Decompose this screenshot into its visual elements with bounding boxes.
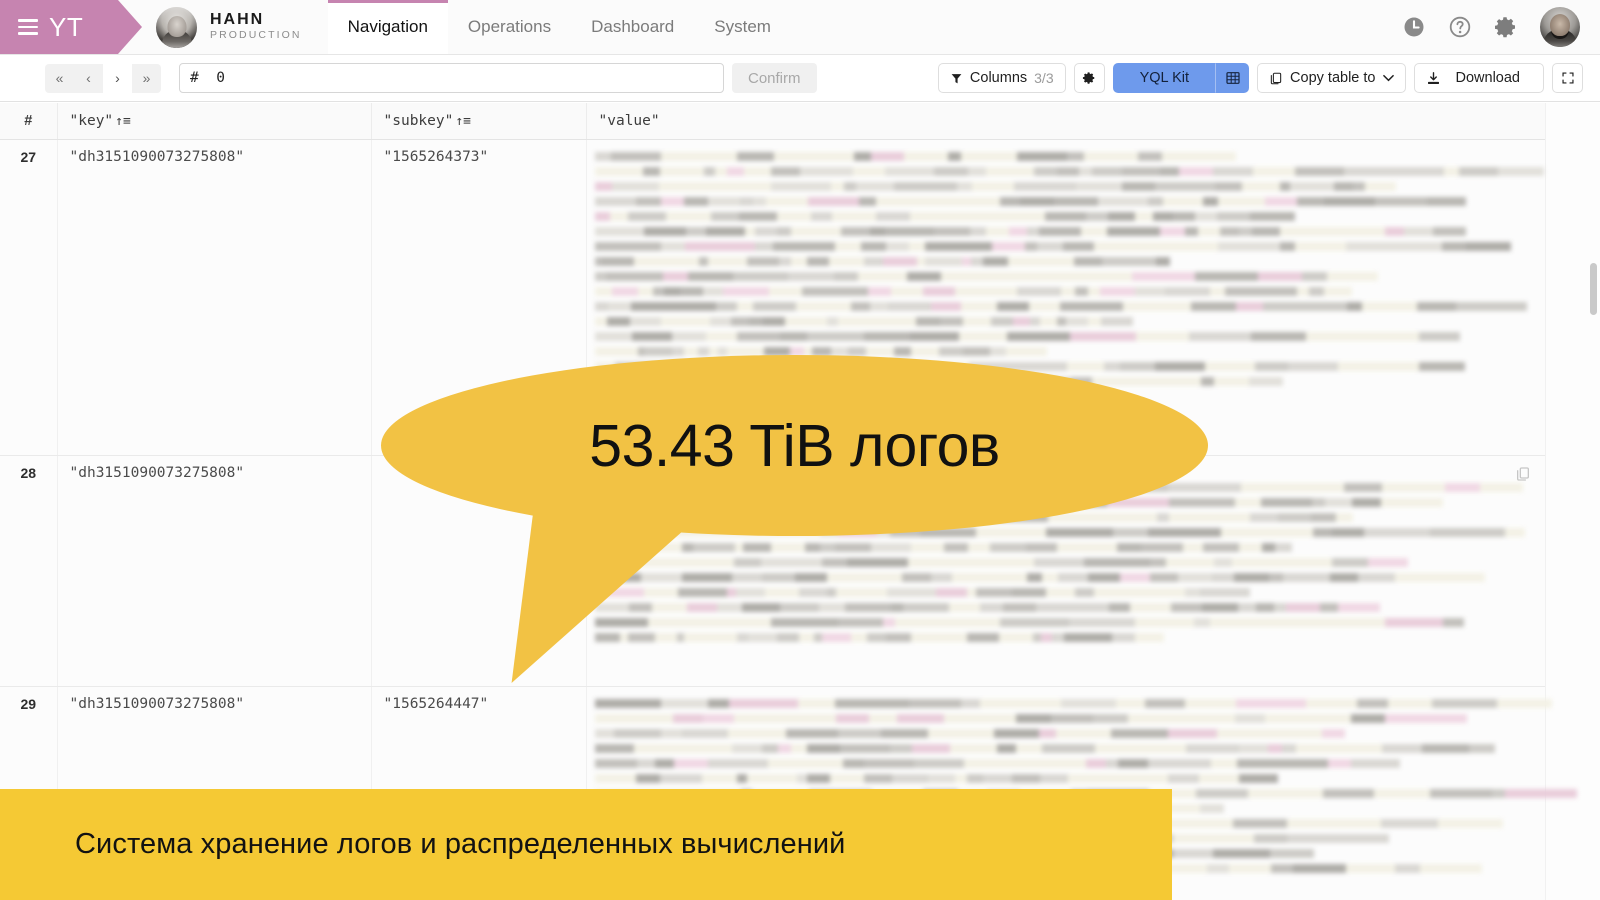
yql-segment: YQL Kit: [1113, 63, 1249, 93]
callout-text: 53.43 TiB логов: [589, 412, 999, 480]
confirm-button[interactable]: Confirm: [732, 63, 817, 93]
blurred-text-line: [595, 317, 1123, 326]
blurred-text-line: [595, 699, 1499, 708]
blurred-text-line: [595, 167, 1528, 176]
last-page-button[interactable]: »: [132, 64, 161, 93]
pagination-controls: « ‹ › »: [45, 64, 161, 93]
cluster-name: HAHN: [210, 11, 302, 29]
blurred-text-line: [595, 729, 1339, 738]
table-settings-button[interactable]: [1074, 63, 1105, 93]
blurred-text-line: [595, 744, 1480, 753]
copy-table-to-button[interactable]: Copy table to: [1257, 63, 1405, 93]
sort-icon[interactable]: ↑≡: [115, 114, 131, 129]
hamburger-icon[interactable]: [18, 19, 38, 35]
banner-text: Система хранение логов и распределенных …: [75, 828, 845, 861]
copy-icon: [1269, 71, 1283, 86]
fullscreen-icon: [1561, 71, 1575, 85]
column-header-key-label: "key": [70, 113, 114, 129]
column-header-index: #: [0, 103, 57, 139]
row-index: 28: [0, 455, 57, 686]
blurred-text-line: [595, 257, 1170, 266]
cluster-selector[interactable]: HAHN PRODUCTION: [118, 0, 328, 54]
blurred-text-line: [595, 242, 1509, 251]
gear-icon: [1082, 71, 1096, 85]
blurred-text-line: [595, 272, 1377, 281]
cluster-names: HAHN PRODUCTION: [210, 11, 302, 43]
row-index: 27: [0, 139, 57, 455]
cluster-avatar: [156, 7, 197, 48]
prev-page-button[interactable]: ‹: [74, 64, 103, 93]
row-offset-input[interactable]: [179, 63, 724, 93]
app-root: YT HAHN PRODUCTION Navigation Operations…: [0, 0, 1600, 900]
blurred-text-line: [595, 347, 1047, 356]
sort-icon[interactable]: ↑≡: [455, 114, 471, 129]
grid-view-toggle[interactable]: [1216, 63, 1249, 93]
nav-tab-navigation[interactable]: Navigation: [328, 0, 448, 54]
blurred-text-line: [595, 332, 1424, 341]
brand-logo-chip[interactable]: YT: [0, 0, 118, 54]
blurred-text-line: [595, 227, 1433, 236]
clock-icon[interactable]: [1402, 15, 1426, 39]
top-actions: [1402, 0, 1600, 54]
next-page-button[interactable]: ›: [103, 64, 132, 93]
blurred-text-line: [595, 212, 1283, 221]
columns-button[interactable]: Columns 3/3: [938, 63, 1066, 93]
table-header: # "key" ↑≡ "subkey" ↑≡ "value": [0, 103, 1545, 139]
blurred-text-line: [595, 774, 1273, 783]
blurred-text-line: [595, 182, 1386, 191]
user-avatar[interactable]: [1540, 7, 1580, 47]
yt-logo-text: YT: [49, 14, 83, 40]
toolbar-right-group: Columns 3/3 YQL Kit Copy table to Downlo…: [938, 63, 1583, 93]
bottom-banner: Система хранение логов и распределенных …: [0, 789, 1172, 900]
row-offset-field-wrap: [179, 63, 724, 93]
nav-tab-label: Navigation: [348, 17, 428, 37]
table-grid-icon: [1225, 70, 1241, 86]
table-header-row: # "key" ↑≡ "subkey" ↑≡ "value": [0, 103, 1545, 139]
blurred-text-line: [595, 287, 1339, 296]
nav-tab-system[interactable]: System: [694, 0, 791, 54]
table-right-gutter: [1545, 103, 1600, 900]
download-icon: [1426, 71, 1441, 86]
callout-bubble: 53.43 TiB логов: [381, 355, 1208, 536]
row-key: "dh3151090073275808": [57, 455, 371, 686]
nav-tab-list: Navigation Operations Dashboard System: [328, 0, 1402, 54]
blurred-text-line: [595, 152, 1217, 161]
yql-kit-button[interactable]: YQL Kit: [1113, 63, 1216, 93]
column-header-value[interactable]: "value": [586, 103, 1545, 139]
nav-tab-dashboard[interactable]: Dashboard: [571, 0, 694, 54]
column-header-subkey[interactable]: "subkey" ↑≡: [371, 103, 586, 139]
download-button[interactable]: Download: [1414, 63, 1545, 93]
question-circle-icon[interactable]: [1448, 15, 1472, 39]
vertical-scrollbar-thumb[interactable]: [1590, 263, 1597, 315]
table-toolbar: « ‹ › » Confirm Columns 3/3: [0, 55, 1600, 102]
first-page-button[interactable]: «: [45, 64, 74, 93]
blurred-text-line: [595, 759, 1396, 768]
blurred-text-line: [595, 714, 1424, 723]
gear-icon[interactable]: [1494, 15, 1518, 39]
fullscreen-button[interactable]: [1552, 63, 1583, 93]
cluster-environment: PRODUCTION: [210, 29, 302, 43]
column-header-subkey-label: "subkey": [384, 113, 454, 129]
columns-count: 3/3: [1034, 70, 1053, 86]
nav-tab-label: System: [714, 17, 771, 37]
filter-icon: [950, 72, 963, 85]
row-key: "dh3151090073275808": [57, 139, 371, 455]
copy-table-label: Copy table to: [1290, 70, 1375, 86]
nav-tab-label: Operations: [468, 17, 551, 37]
top-navigation-bar: YT HAHN PRODUCTION Navigation Operations…: [0, 0, 1600, 55]
nav-tab-operations[interactable]: Operations: [448, 0, 571, 54]
chevron-down-icon: [1383, 74, 1394, 82]
columns-label: Columns: [970, 70, 1027, 86]
column-header-key[interactable]: "key" ↑≡: [57, 103, 371, 139]
blurred-text-line: [595, 302, 1471, 311]
blurred-text-line: [595, 197, 1462, 206]
nav-tab-label: Dashboard: [591, 17, 674, 37]
download-label: Download: [1448, 70, 1533, 86]
